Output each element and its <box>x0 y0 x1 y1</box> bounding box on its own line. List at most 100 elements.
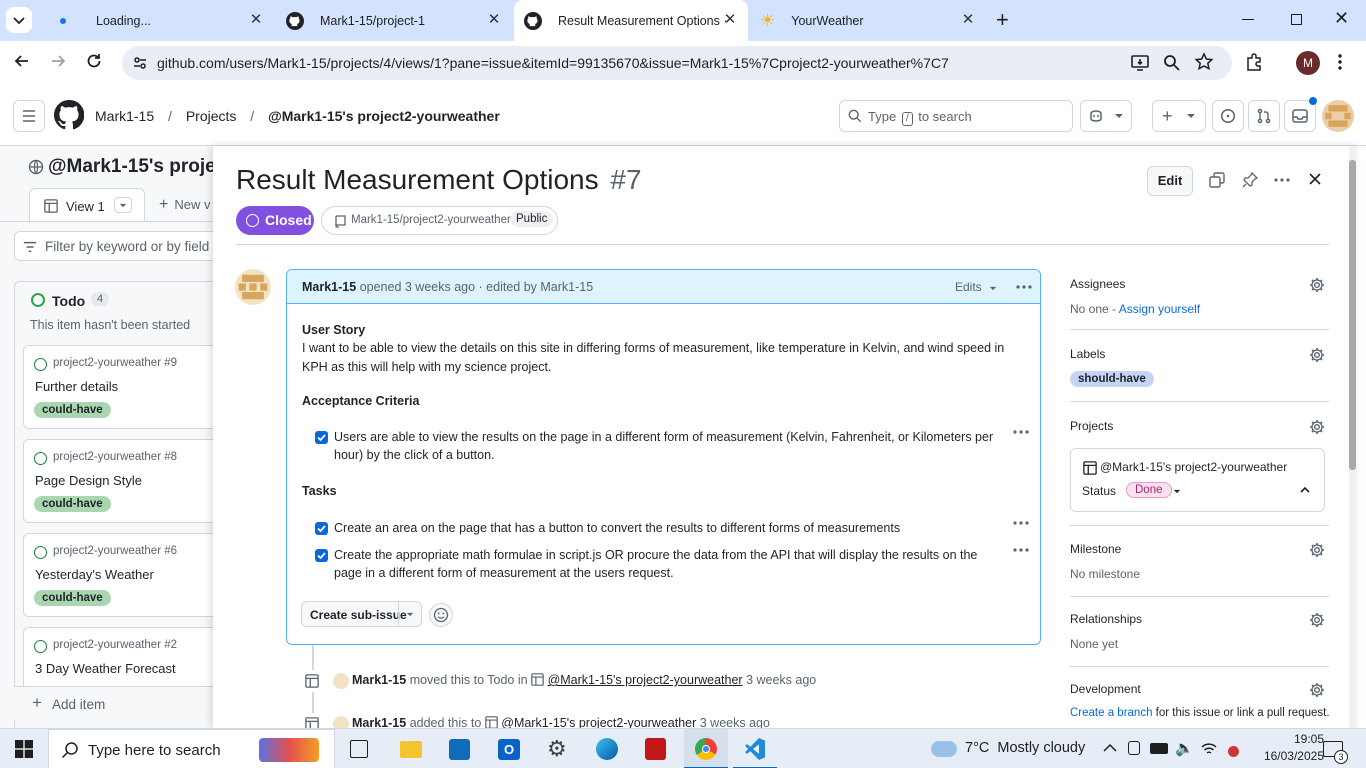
close-tab-icon[interactable]: ✕ <box>960 12 976 28</box>
clock-time[interactable]: 19:05 <box>1262 732 1324 746</box>
hamburger-menu-button[interactable] <box>13 100 45 132</box>
close-tab-icon[interactable]: ✕ <box>486 12 502 28</box>
more-options-icon[interactable] <box>1274 178 1290 182</box>
task-view-icon[interactable] <box>350 740 368 758</box>
browser-menu-icon[interactable] <box>1338 53 1342 71</box>
forward-icon[interactable] <box>48 51 68 71</box>
mcafee-icon[interactable] <box>645 738 666 760</box>
new-view-button[interactable]: + New v <box>159 196 210 214</box>
close-pane-icon[interactable] <box>1309 173 1321 185</box>
battery-icon[interactable] <box>1150 743 1168 754</box>
zoom-icon[interactable] <box>1162 53 1182 73</box>
breadcrumb-user[interactable]: Mark1-15 <box>95 108 154 124</box>
create-branch-link[interactable]: Create a branch <box>1070 707 1152 719</box>
board-card[interactable]: project2-yourweather #2 3 Day Weather Fo… <box>23 627 223 687</box>
settings-gear-icon[interactable]: ⚙ <box>547 738 567 760</box>
gear-icon[interactable] <box>1309 682 1325 698</box>
reload-icon[interactable] <box>84 51 104 71</box>
task-item-menu-icon[interactable] <box>1013 430 1029 434</box>
pull-requests-button[interactable] <box>1248 100 1280 132</box>
board-card[interactable]: project2-yourweather #9 Further details … <box>23 345 223 429</box>
wifi-icon[interactable] <box>1200 741 1218 757</box>
view-options-button[interactable] <box>114 197 132 213</box>
author-avatar[interactable] <box>235 269 271 305</box>
gear-icon[interactable] <box>1309 347 1325 363</box>
omnibox[interactable]: github.com/users/Mark1-15/projects/4/vie… <box>122 46 1232 80</box>
copy-link-icon[interactable] <box>1209 172 1225 188</box>
acceptance-checkbox[interactable] <box>315 431 328 444</box>
event-project-link[interactable]: @Mark1-15's project2-yourweather <box>548 673 743 687</box>
user-avatar[interactable] <box>1322 100 1354 132</box>
close-tab-icon[interactable]: ✕ <box>722 12 738 28</box>
issues-button[interactable] <box>1212 100 1244 132</box>
vscode-icon[interactable] <box>733 729 777 768</box>
edits-dropdown[interactable]: Edits <box>955 280 997 294</box>
webcam-icon[interactable] <box>1128 741 1140 755</box>
weather-cloud-icon[interactable] <box>931 741 957 757</box>
gear-icon[interactable] <box>1309 542 1325 558</box>
tab-loading[interactable]: Loading... ✕ <box>46 0 274 41</box>
label-should-have[interactable]: should-have <box>1070 371 1154 387</box>
tab-result-measurement[interactable]: Result Measurement Options · ✕ <box>514 0 748 41</box>
task-item-menu-icon[interactable] <box>1013 548 1029 552</box>
install-app-icon[interactable] <box>1130 53 1150 73</box>
gear-icon[interactable] <box>1309 277 1325 293</box>
event-author[interactable]: Mark1-15 <box>352 673 406 687</box>
file-explorer-icon[interactable] <box>400 741 422 758</box>
profile-avatar[interactable]: M <box>1296 51 1320 75</box>
add-item-button[interactable]: + Add item <box>14 686 234 720</box>
task-checkbox[interactable] <box>315 522 328 535</box>
windows-start-icon[interactable] <box>15 740 33 758</box>
weather-text[interactable]: 7°C Mostly cloudy <box>965 740 1085 756</box>
chrome-icon[interactable] <box>684 729 728 768</box>
restore-button[interactable] <box>1291 14 1302 25</box>
tab-search-button[interactable] <box>6 7 32 33</box>
filter-input[interactable]: Filter by keyword or by field <box>14 231 234 261</box>
breadcrumb-projects[interactable]: Projects <box>186 108 237 124</box>
search-input[interactable]: Type / to search <box>839 100 1073 132</box>
tray-chevron-up-icon[interactable] <box>1103 743 1117 752</box>
view-tab-1[interactable]: View 1 <box>29 188 145 221</box>
breadcrumb-project[interactable]: @Mark1-15's project2-yourweather <box>268 108 500 124</box>
gear-icon[interactable] <box>1309 419 1325 435</box>
new-tab-button[interactable]: + <box>996 9 1009 31</box>
repo-chip[interactable]: Mark1-15/project2-yourweather Public <box>321 206 558 235</box>
assign-yourself-link[interactable]: Assign yourself <box>1119 302 1200 316</box>
status-value-badge[interactable]: Done <box>1126 482 1172 498</box>
edge-icon[interactable] <box>596 738 618 760</box>
clock-date[interactable]: 16/03/2025 <box>1252 749 1324 763</box>
comment-author[interactable]: Mark1-15 <box>302 280 356 294</box>
create-sub-issue-button[interactable]: Create sub-issue <box>301 601 422 627</box>
microsoft-store-icon[interactable] <box>449 739 470 760</box>
bookmark-star-icon[interactable] <box>1194 52 1214 72</box>
project-name[interactable]: @Mark1-15's project2-yourweather <box>1100 460 1287 474</box>
scrollbar-thumb[interactable] <box>1349 160 1356 470</box>
github-logo-icon[interactable] <box>54 100 84 130</box>
project-card[interactable]: @Mark1-15's project2-yourweather Status … <box>1070 448 1325 512</box>
pin-icon[interactable] <box>1242 172 1258 188</box>
scrollbar[interactable] <box>1349 146 1356 728</box>
chevron-up-icon[interactable] <box>1300 487 1310 493</box>
close-window-button[interactable]: ✕ <box>1334 8 1349 29</box>
back-icon[interactable] <box>12 51 32 71</box>
tab-yourweather[interactable]: ☀ YourWeather ✕ <box>750 0 986 41</box>
copilot-button[interactable] <box>1080 100 1132 132</box>
site-info-icon[interactable] <box>132 55 148 71</box>
notifications-button[interactable] <box>1284 97 1317 132</box>
minimize-button[interactable] <box>1242 19 1254 20</box>
board-card[interactable]: project2-yourweather #6 Yesterday's Weat… <box>23 533 223 617</box>
task-item-menu-icon[interactable] <box>1013 521 1029 525</box>
extensions-icon[interactable] <box>1244 52 1264 72</box>
task-checkbox[interactable] <box>315 549 328 562</box>
taskbar-search-input[interactable]: Type here to search <box>48 729 335 768</box>
volume-icon[interactable]: 🔈 <box>1175 739 1194 757</box>
board-card[interactable]: project2-yourweather #8 Page Design Styl… <box>23 439 223 523</box>
outlook-icon[interactable]: O <box>498 739 520 760</box>
gear-icon[interactable] <box>1309 612 1325 628</box>
comment-menu-icon[interactable] <box>1016 285 1032 289</box>
close-tab-icon[interactable]: ✕ <box>248 12 264 28</box>
chevron-down-icon[interactable] <box>1173 489 1181 494</box>
edit-title-button[interactable]: Edit <box>1147 166 1193 196</box>
add-reaction-button[interactable] <box>429 603 453 627</box>
chevron-down-icon[interactable] <box>406 612 414 617</box>
